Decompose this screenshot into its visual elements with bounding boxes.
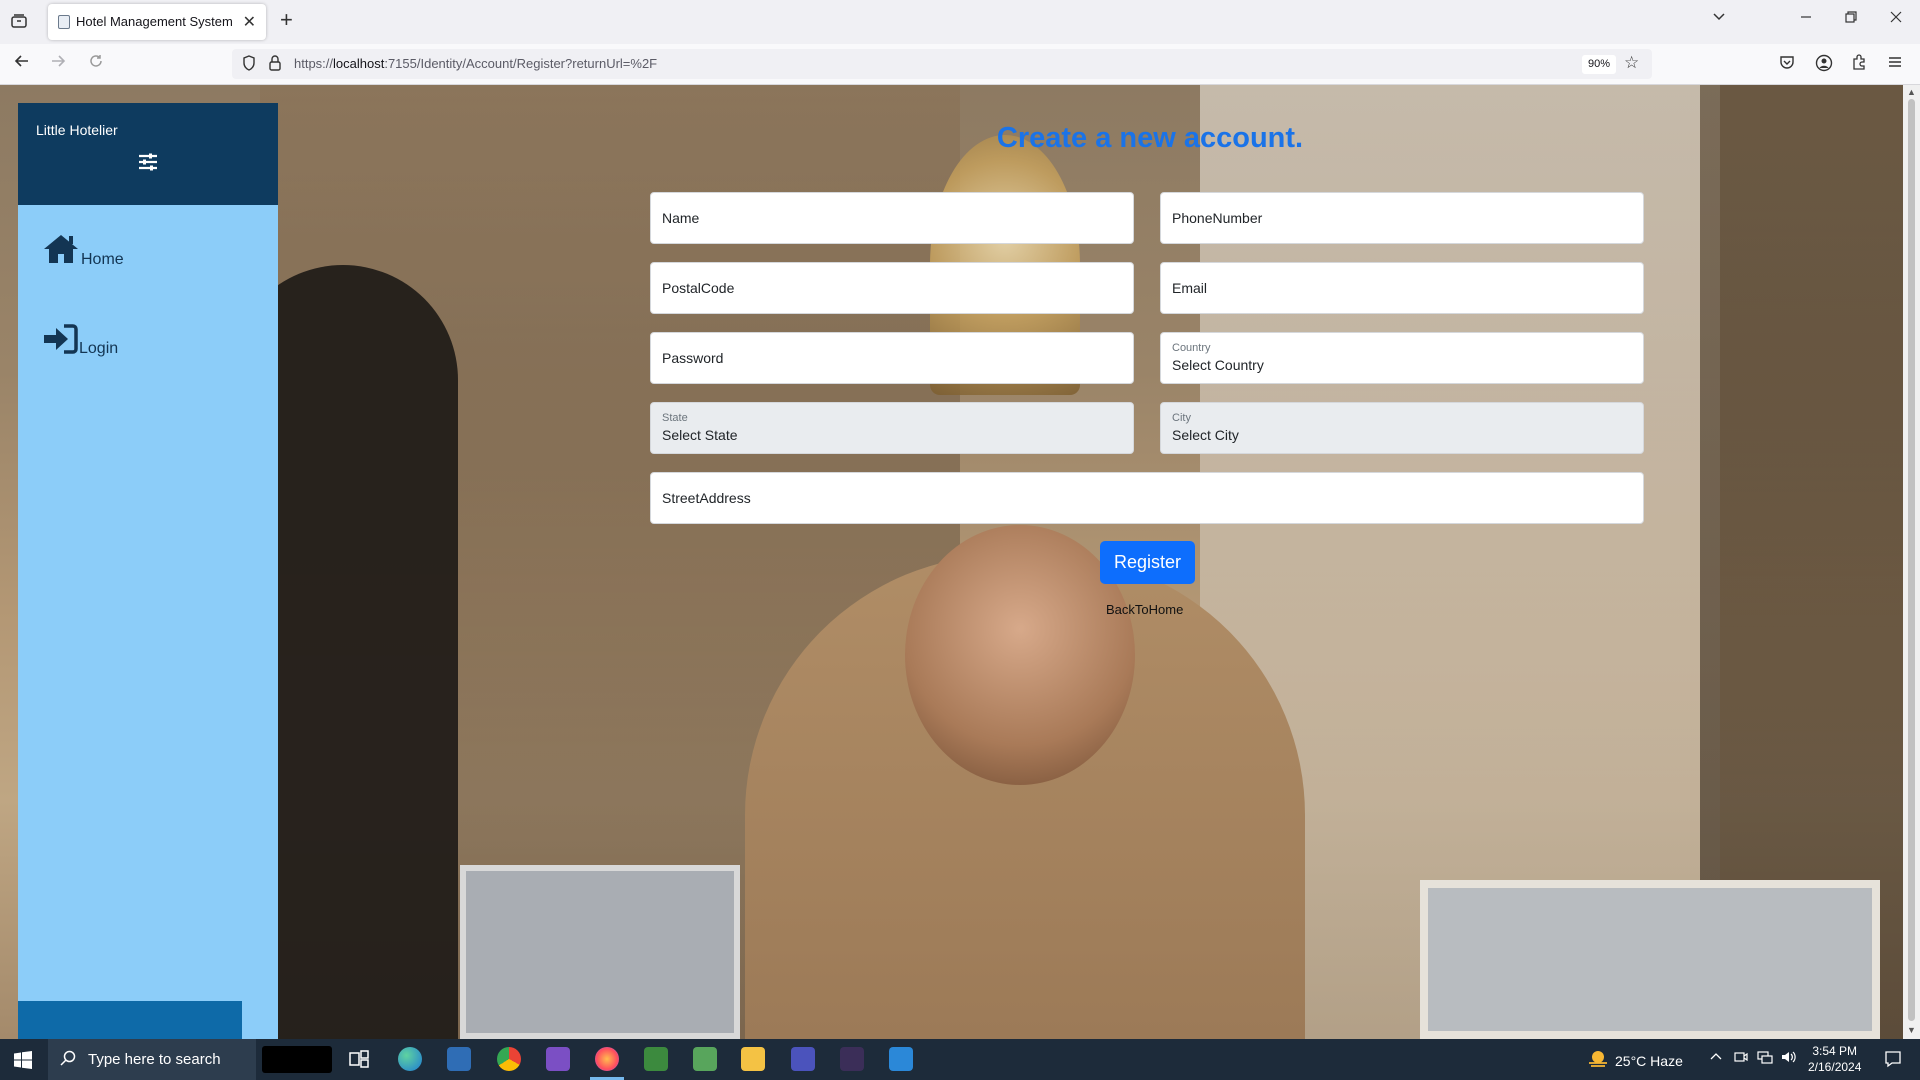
bookmark-star-icon[interactable]: ☆ bbox=[1624, 53, 1639, 73]
sun-haze-icon bbox=[1587, 1049, 1609, 1072]
sidebar-footer bbox=[18, 1001, 242, 1039]
phone-number-field[interactable]: PhoneNumber bbox=[1160, 192, 1644, 244]
sidebar-item-home[interactable]: Home bbox=[42, 233, 124, 270]
search-icon bbox=[60, 1050, 76, 1071]
new-tab-icon[interactable]: + bbox=[280, 9, 293, 31]
sidebar-item-login[interactable]: Login bbox=[42, 324, 118, 359]
login-icon bbox=[42, 324, 78, 359]
firefox-icon[interactable] bbox=[595, 1047, 619, 1071]
tab-overflow-icon[interactable] bbox=[1712, 10, 1726, 28]
page-title: Create a new account. bbox=[996, 122, 1304, 154]
street-placeholder: StreetAddress bbox=[662, 490, 751, 506]
back-icon[interactable] bbox=[14, 53, 30, 74]
url-scheme: https:// bbox=[294, 56, 334, 71]
page-scrollbar[interactable]: ▲ ▼ bbox=[1903, 85, 1920, 1039]
edge-icon[interactable] bbox=[398, 1047, 422, 1071]
state-select[interactable]: State Select State bbox=[650, 402, 1134, 454]
store-icon[interactable] bbox=[447, 1047, 471, 1071]
taskbar-widget-thumbnail[interactable] bbox=[262, 1046, 332, 1073]
minimize-icon[interactable] bbox=[1800, 10, 1812, 27]
name-placeholder: Name bbox=[662, 210, 700, 226]
close-window-icon[interactable] bbox=[1890, 10, 1902, 27]
city-value: Select City bbox=[1172, 427, 1239, 443]
browser-tab[interactable]: Hotel Management System ✕ bbox=[48, 4, 266, 40]
zoom-level-button[interactable]: 90% bbox=[1582, 55, 1617, 74]
city-select[interactable]: City Select City bbox=[1160, 402, 1644, 454]
search-placeholder: Type here to search bbox=[88, 1051, 221, 1068]
city-label: City bbox=[1172, 412, 1191, 424]
clock-time: 3:54 PM bbox=[1812, 1044, 1858, 1058]
postal-code-field[interactable]: PostalCode bbox=[650, 262, 1134, 314]
tracking-protection-icon[interactable] bbox=[242, 55, 256, 76]
weather-widget[interactable]: 25°C Haze bbox=[1587, 1049, 1683, 1072]
chrome-icon[interactable] bbox=[497, 1047, 521, 1071]
country-value: Select Country bbox=[1172, 357, 1264, 373]
name-field[interactable]: Name bbox=[650, 192, 1134, 244]
scroll-up-icon[interactable]: ▲ bbox=[1907, 87, 1916, 97]
weather-text: 25°C Haze bbox=[1615, 1052, 1683, 1069]
taskbar: Type here to search 25°C Haze 3:54 PM 2/… bbox=[0, 1039, 1920, 1080]
show-hidden-icons-icon[interactable] bbox=[1710, 1050, 1722, 1066]
home-icon bbox=[42, 233, 80, 270]
navigation-toolbar: https://localhost:7155/Identity/Account/… bbox=[0, 44, 1920, 85]
password-field[interactable]: Password bbox=[650, 332, 1134, 384]
lock-icon[interactable] bbox=[268, 54, 282, 77]
network-icon[interactable] bbox=[1757, 1050, 1773, 1067]
email-placeholder: Email bbox=[1172, 280, 1208, 296]
state-value: Select State bbox=[662, 427, 738, 443]
state-label: State bbox=[662, 412, 688, 424]
terminal-icon[interactable] bbox=[840, 1047, 864, 1071]
page-favicon-icon bbox=[58, 15, 70, 29]
tab-strip: Hotel Management System ✕ + bbox=[0, 0, 1920, 44]
street-address-field[interactable]: StreetAddress bbox=[650, 472, 1644, 524]
notepad-plus-icon[interactable] bbox=[693, 1047, 717, 1071]
scroll-down-icon[interactable]: ▼ bbox=[1907, 1025, 1916, 1035]
notification-icon[interactable] bbox=[1884, 1050, 1902, 1073]
phone-placeholder: PhoneNumber bbox=[1172, 210, 1263, 226]
url-host: localhost bbox=[333, 56, 385, 71]
brand-name: Little Hotelier bbox=[36, 122, 118, 138]
windows-start-icon[interactable] bbox=[14, 1051, 32, 1074]
menu-icon[interactable] bbox=[1887, 54, 1903, 75]
url-path: :7155/Identity/Account/Register?returnUr… bbox=[384, 56, 658, 71]
tab-title: Hotel Management System bbox=[76, 14, 233, 29]
clock[interactable]: 3:54 PM 2/16/2024 bbox=[1808, 1043, 1861, 1075]
app-icon[interactable] bbox=[644, 1047, 668, 1071]
volume-icon[interactable] bbox=[1781, 1050, 1797, 1067]
extensions-icon[interactable] bbox=[1851, 54, 1867, 75]
azure-data-studio-icon[interactable] bbox=[889, 1047, 913, 1071]
scrollbar-thumb[interactable] bbox=[1908, 99, 1915, 1021]
address-bar[interactable]: https://localhost:7155/Identity/Account/… bbox=[232, 49, 1652, 79]
visual-studio-icon[interactable] bbox=[546, 1047, 570, 1071]
sidebar-item-label: Login bbox=[79, 340, 119, 357]
teams-icon[interactable] bbox=[791, 1047, 815, 1071]
password-placeholder: Password bbox=[662, 350, 724, 366]
sidebar: Little Hotelier Home Login bbox=[18, 103, 278, 1039]
reload-icon[interactable] bbox=[88, 53, 104, 74]
meet-now-icon[interactable] bbox=[1734, 1050, 1748, 1067]
tab-list-icon[interactable] bbox=[10, 12, 30, 32]
pocket-icon[interactable] bbox=[1779, 54, 1795, 75]
restore-icon[interactable] bbox=[1845, 10, 1857, 27]
register-button[interactable]: Register bbox=[1100, 541, 1195, 584]
url-text[interactable]: https://localhost:7155/Identity/Account/… bbox=[294, 56, 657, 71]
sidebar-toggle-icon[interactable] bbox=[138, 153, 158, 176]
postal-placeholder: PostalCode bbox=[662, 280, 735, 296]
close-tab-icon[interactable]: ✕ bbox=[243, 12, 256, 32]
back-to-home-link[interactable]: BackToHome bbox=[1106, 602, 1183, 617]
forward-icon[interactable] bbox=[50, 53, 66, 74]
sidebar-item-label: Home bbox=[81, 251, 124, 268]
country-select[interactable]: Country Select Country bbox=[1160, 332, 1644, 384]
sidebar-header: Little Hotelier bbox=[18, 103, 278, 205]
page-viewport: Little Hotelier Home Login Create a new … bbox=[0, 85, 1903, 1039]
email-field[interactable]: Email bbox=[1160, 262, 1644, 314]
task-view-icon[interactable] bbox=[347, 1047, 371, 1071]
clock-date: 2/16/2024 bbox=[1808, 1060, 1862, 1074]
country-label: Country bbox=[1172, 342, 1211, 354]
account-icon[interactable] bbox=[1815, 54, 1833, 77]
taskbar-search[interactable]: Type here to search bbox=[48, 1039, 256, 1080]
file-explorer-icon[interactable] bbox=[741, 1047, 765, 1071]
